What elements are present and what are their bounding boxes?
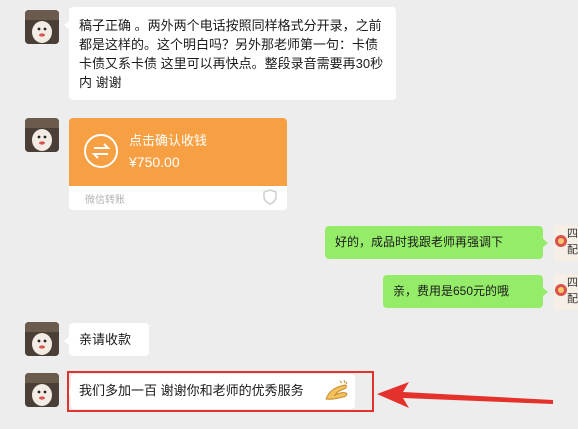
message-bubble-sent[interactable]: 好的，成品时我跟老师再强调下 (325, 226, 548, 259)
message-text: 稿子正确 。两外两个电话按照同样格式分开录，之前都是这样的。这个明白吗？另外那老… (79, 18, 384, 90)
message-text: 好的，成品时我跟老师再强调下 (335, 235, 504, 249)
my-avatar[interactable]: 四 配 (554, 225, 578, 261)
transfer-footer: 微信转账 (85, 195, 125, 206)
contact-avatar[interactable] (25, 118, 59, 152)
avatar-text: 配 (567, 293, 578, 305)
contact-avatar[interactable] (25, 373, 59, 407)
contact-avatar[interactable] (25, 10, 59, 44)
message-bubble-received[interactable]: 亲请收款 (64, 323, 149, 356)
red-arrow (377, 382, 553, 408)
avatar-image (25, 118, 59, 152)
transfer-arrows-icon (84, 134, 118, 168)
contact-avatar[interactable] (25, 322, 59, 356)
avatar-text: 四 (567, 277, 578, 289)
my-avatar[interactable]: 四 配 (554, 274, 578, 310)
shield-icon (263, 189, 277, 210)
highlight-box (67, 371, 374, 412)
message-text: 亲，费用是650元的哦 (393, 284, 510, 298)
transfer-card-header: 点击确认收钱 ¥750.00 (69, 118, 287, 186)
avatar-image (25, 373, 59, 407)
avatar-text: 配 (567, 244, 578, 256)
avatar-image (25, 322, 59, 356)
avatar-image (25, 10, 59, 44)
message-text: 亲请收款 (79, 332, 132, 347)
transfer-title: 点击确认收钱 (129, 133, 208, 148)
message-bubble-sent[interactable]: 亲，费用是650元的哦 (383, 275, 548, 308)
message-bubble-received[interactable]: 稿子正确 。两外两个电话按照同样格式分开录，之前都是这样的。这个明白吗？另外那老… (64, 7, 396, 100)
transfer-amount: ¥750.00 (129, 154, 180, 170)
transfer-card[interactable]: 点击确认收钱 ¥750.00 微信转账 (69, 118, 287, 210)
avatar-text: 四 (567, 228, 578, 240)
